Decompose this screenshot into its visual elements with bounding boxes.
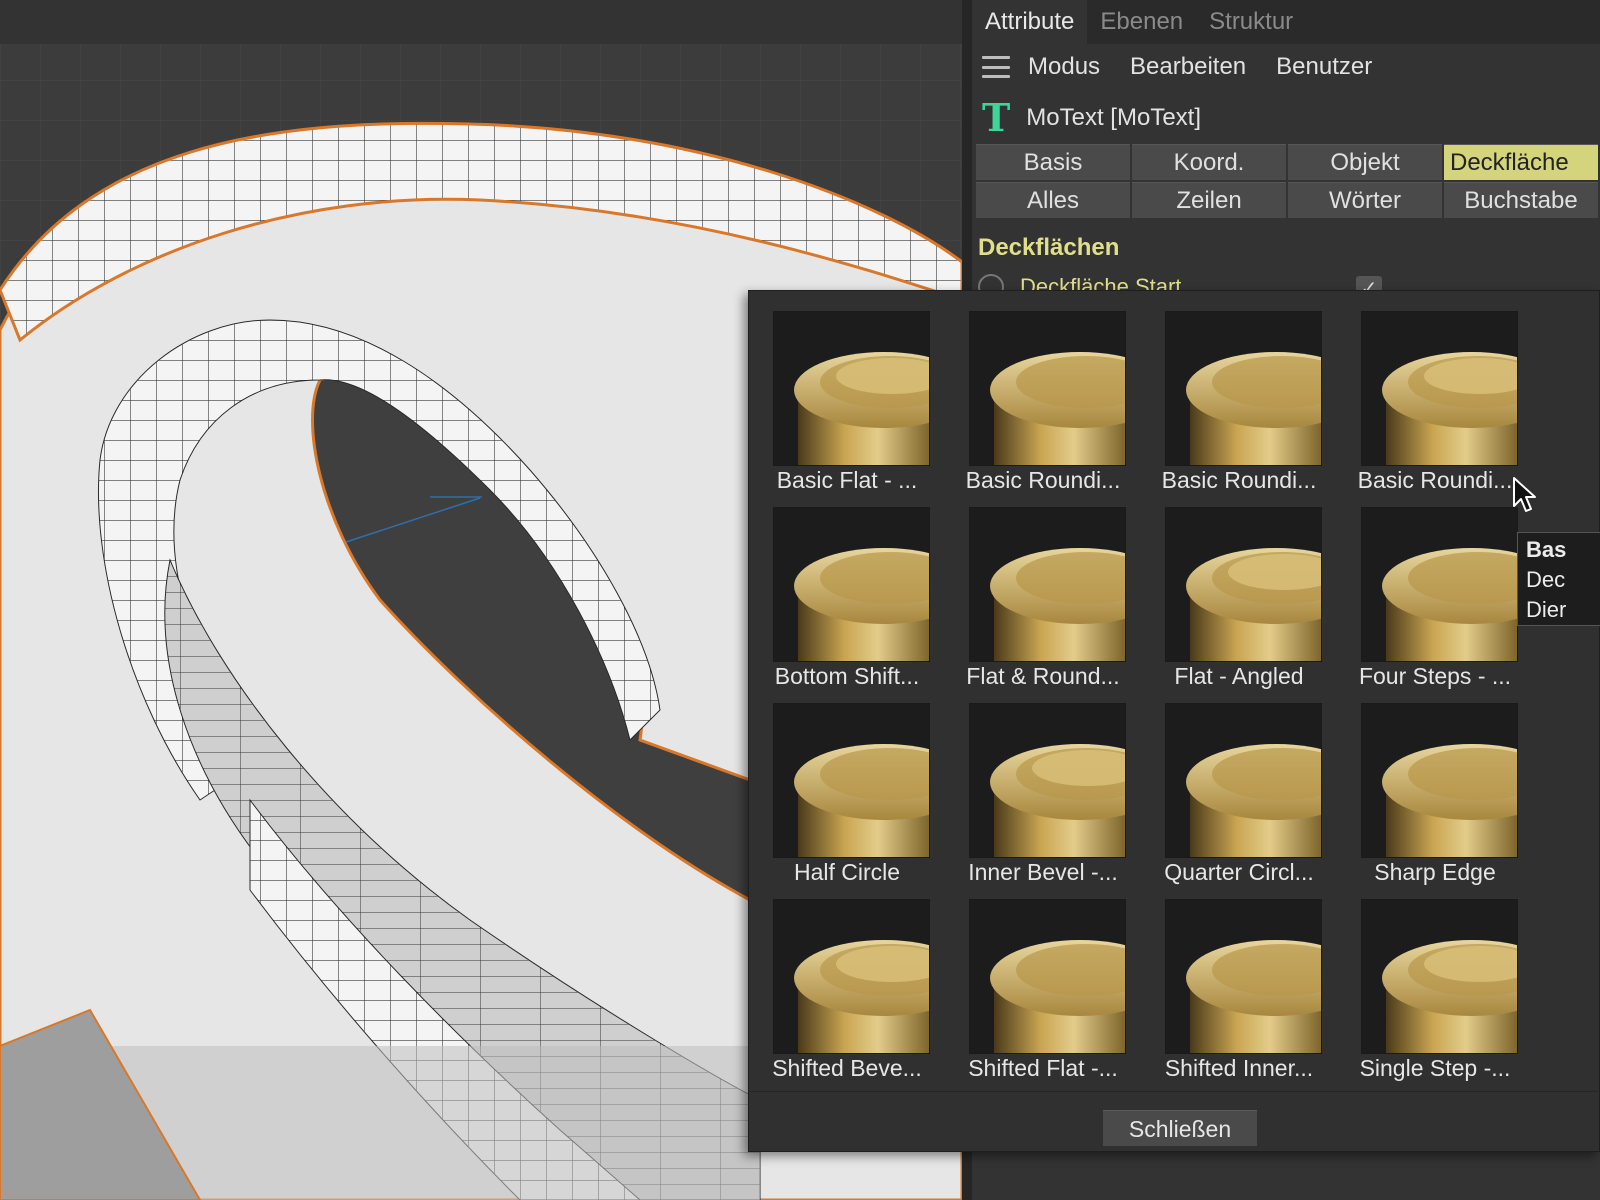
preset-thumbnail xyxy=(1361,311,1518,466)
tooltip-line-2: Dier xyxy=(1526,597,1567,622)
preset-thumbnail xyxy=(1361,899,1518,1054)
object-header: T MoText [MoText] xyxy=(972,96,1201,140)
group-basis-button[interactable]: Basis xyxy=(976,144,1130,180)
preset-item[interactable]: Shifted Beve... xyxy=(749,879,945,1081)
tooltip-title: Bas xyxy=(1526,537,1567,562)
preset-item[interactable]: Basic Roundi... xyxy=(1337,291,1533,493)
gold-cylinder-icon xyxy=(774,900,929,1053)
preset-item[interactable]: Flat & Round... xyxy=(945,487,1141,689)
preset-label: Shifted Flat -... xyxy=(968,1055,1118,1081)
gold-cylinder-icon xyxy=(1166,508,1321,661)
preset-tooltip: Bas Dec Dier xyxy=(1517,532,1600,626)
preset-label: Shifted Inner... xyxy=(1164,1055,1314,1081)
preset-thumbnail xyxy=(773,703,930,858)
tab-struktur[interactable]: Struktur xyxy=(1196,0,1306,44)
preset-thumbnail xyxy=(773,899,930,1054)
gold-cylinder-icon xyxy=(774,508,929,661)
preset-item[interactable]: Basic Flat - ... xyxy=(749,291,945,493)
gold-cylinder-icon xyxy=(1166,704,1321,857)
preset-item[interactable]: Bottom Shift... xyxy=(749,487,945,689)
preset-item[interactable]: Quarter Circl... xyxy=(1141,683,1337,885)
preset-thumbnail xyxy=(969,899,1126,1054)
preset-item[interactable]: Inner Bevel -... xyxy=(945,683,1141,885)
popup-footer: Schließen xyxy=(749,1091,1600,1153)
tooltip-line-1: Dec xyxy=(1526,567,1566,592)
gold-cylinder-icon xyxy=(1362,508,1517,661)
app-window: Attribute Ebenen Struktur Modus Bearbeit… xyxy=(0,0,1600,1200)
preset-thumbnail xyxy=(1165,899,1322,1054)
hamburger-menu-icon[interactable] xyxy=(982,56,1010,78)
gold-cylinder-icon xyxy=(970,900,1125,1053)
group-zeilen-button[interactable]: Zeilen xyxy=(1132,182,1286,218)
preset-item[interactable]: Shifted Flat -... xyxy=(945,879,1141,1081)
manager-tabs: Attribute Ebenen Struktur xyxy=(972,0,1600,44)
gold-cylinder-icon xyxy=(1166,312,1321,465)
preset-thumbnail xyxy=(969,703,1126,858)
preset-item[interactable]: Sharp Edge xyxy=(1337,683,1533,885)
gold-cylinder-icon xyxy=(1362,900,1517,1053)
gold-cylinder-icon xyxy=(970,508,1125,661)
preset-thumbnail xyxy=(1361,703,1518,858)
preset-item[interactable]: Four Steps - ... xyxy=(1337,487,1533,689)
mouse-cursor-icon xyxy=(1513,477,1536,512)
tab-attribute[interactable]: Attribute xyxy=(972,0,1088,44)
gold-cylinder-icon xyxy=(1166,900,1321,1053)
gold-cylinder-icon xyxy=(774,312,929,465)
menu-bar: Modus Bearbeiten Benutzer xyxy=(972,44,1600,90)
object-name: MoText [MoText] xyxy=(1026,104,1201,131)
preset-item[interactable]: Basic Roundi... xyxy=(1141,291,1337,493)
preset-item[interactable]: Basic Roundi... xyxy=(945,291,1141,493)
property-group-buttons: Basis Koord. Objekt Deckfläche Alles Zei… xyxy=(976,144,1600,220)
preset-thumbnail xyxy=(1165,507,1322,662)
preset-popup: Basic Flat - ... Basic Roundi... Basic Rou… xyxy=(748,290,1600,1152)
preset-thumbnail xyxy=(1165,311,1322,466)
preset-thumbnail xyxy=(969,311,1126,466)
menu-benutzer[interactable]: Benutzer xyxy=(1276,53,1372,81)
tab-ebenen[interactable]: Ebenen xyxy=(1087,0,1196,44)
preset-item[interactable]: Flat - Angled xyxy=(1141,487,1337,689)
close-button[interactable]: Schließen xyxy=(1103,1110,1257,1146)
preset-thumbnail xyxy=(773,311,930,466)
preset-item[interactable]: Single Step -... xyxy=(1337,879,1533,1081)
group-koord-button[interactable]: Koord. xyxy=(1132,144,1286,180)
motext-t-icon: T xyxy=(982,95,1011,140)
preset-thumbnail xyxy=(1165,703,1322,858)
group-buchstabe-button[interactable]: Buchstabe xyxy=(1444,182,1598,218)
group-alles-button[interactable]: Alles xyxy=(976,182,1130,218)
group-woerter-button[interactable]: Wörter xyxy=(1288,182,1442,218)
preset-label: Shifted Beve... xyxy=(772,1055,922,1081)
gold-cylinder-icon xyxy=(970,312,1125,465)
group-deckflaeche-button[interactable]: Deckfläche xyxy=(1444,144,1598,180)
gold-cylinder-icon xyxy=(1362,312,1517,465)
gold-cylinder-icon xyxy=(1362,704,1517,857)
preset-label: Single Step -... xyxy=(1359,1055,1511,1081)
group-objekt-button[interactable]: Objekt xyxy=(1288,144,1442,180)
gold-cylinder-icon xyxy=(774,704,929,857)
menu-modus[interactable]: Modus xyxy=(1028,53,1100,81)
preset-item[interactable]: Shifted Inner... xyxy=(1141,879,1337,1081)
preset-thumbnail xyxy=(1361,507,1518,662)
preset-item[interactable]: Half Circle xyxy=(749,683,945,885)
preset-thumbnail xyxy=(773,507,930,662)
gold-cylinder-icon xyxy=(970,704,1125,857)
preset-thumbnail xyxy=(969,507,1126,662)
menu-bearbeiten[interactable]: Bearbeiten xyxy=(1130,53,1246,81)
section-title: Deckflächen xyxy=(978,234,1120,261)
